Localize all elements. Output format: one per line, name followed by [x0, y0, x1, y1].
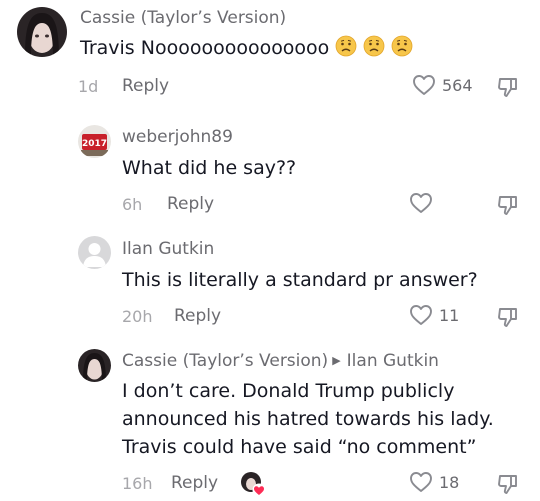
- thumbs-down-icon: [498, 308, 517, 327]
- thumbs-down-icon: [498, 475, 517, 494]
- comment-timestamp: 20h: [122, 307, 153, 326]
- like-button[interactable]: 11: [409, 304, 459, 326]
- like-count: 564: [442, 75, 473, 95]
- svg-text:2017: 2017: [82, 139, 107, 149]
- dislike-button[interactable]: [496, 75, 520, 103]
- comment-text-line: I don’t care. Donald Trump publicly: [122, 380, 455, 402]
- avatar[interactable]: 2017: [78, 125, 111, 158]
- avatar[interactable]: [78, 349, 111, 382]
- worried-face-icon: [391, 35, 413, 57]
- comment-text: Travis Nooooooooooooooo: [80, 34, 413, 62]
- comment-timestamp: 16h: [122, 474, 153, 493]
- reply-button[interactable]: Reply: [171, 473, 218, 493]
- dislike-button[interactable]: [496, 193, 520, 221]
- comment-timestamp: 1d: [78, 77, 99, 96]
- comment-author[interactable]: Cassie (Taylor’s Version): [80, 8, 286, 28]
- comment-text: This is literally a standard pr answer?: [122, 269, 478, 291]
- dislike-button[interactable]: [496, 305, 520, 333]
- heart-outline-icon: [410, 305, 432, 325]
- comment-text-body: Travis Nooooooooooooooo: [80, 37, 330, 59]
- comment-author-name[interactable]: Cassie (Taylor’s Version): [122, 351, 328, 371]
- comment-text: I don’t care. Donald Trump publicly anno…: [122, 377, 494, 461]
- worried-face-icon: [363, 35, 385, 57]
- comment-text-line: Travis could have said “no comment”: [122, 436, 477, 458]
- reply-arrow-icon: ▶: [332, 354, 341, 367]
- avatar[interactable]: [17, 7, 67, 57]
- reply-to-name[interactable]: Ilan Gutkin: [347, 351, 439, 371]
- heart-outline-icon: [410, 193, 432, 213]
- like-button[interactable]: 564: [412, 74, 473, 96]
- comment-author[interactable]: weberjohn89: [122, 127, 233, 147]
- like-count: 11: [439, 305, 460, 325]
- comment-author: Cassie (Taylor’s Version) ▶ Ilan Gutkin: [122, 351, 439, 371]
- like-count: 18: [439, 472, 460, 492]
- thumbs-down-icon: [498, 196, 517, 215]
- like-button[interactable]: 18: [409, 471, 459, 493]
- comment-timestamp: 6h: [122, 195, 143, 214]
- thumbs-down-icon: [498, 78, 517, 97]
- comment-author[interactable]: Ilan Gutkin: [122, 239, 214, 259]
- dislike-button[interactable]: [496, 472, 520, 500]
- heart-outline-icon: [410, 472, 432, 492]
- like-button[interactable]: [409, 192, 439, 214]
- avatar[interactable]: [78, 236, 111, 269]
- reply-button[interactable]: Reply: [174, 306, 221, 326]
- reply-button[interactable]: Reply: [122, 76, 169, 96]
- reply-button[interactable]: Reply: [167, 194, 214, 214]
- worried-face-icon: [335, 35, 357, 57]
- comment-text: What did he say??: [122, 157, 297, 179]
- comment-text-line: announced his hatred towards his lady.: [122, 408, 494, 430]
- heart-outline-icon: [413, 75, 435, 95]
- creator-liked-heart-icon: [240, 471, 266, 497]
